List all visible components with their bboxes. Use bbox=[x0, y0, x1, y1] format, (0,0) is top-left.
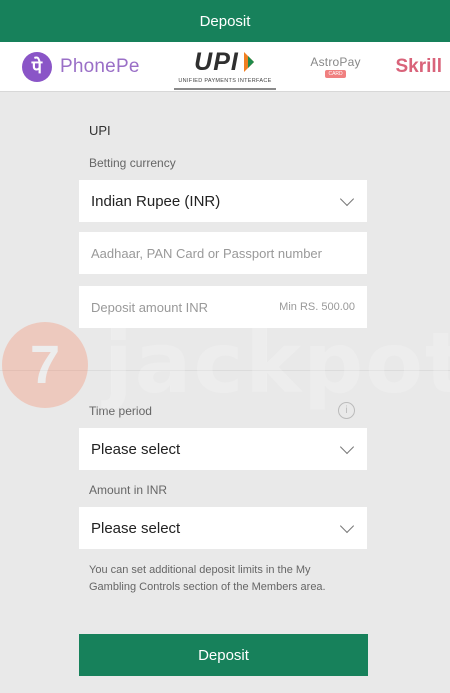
phonepe-label: PhonePe bbox=[60, 55, 140, 77]
id-number-placeholder: Aadhaar, PAN Card or Passport number bbox=[91, 245, 322, 261]
time-period-select[interactable]: Please select bbox=[79, 428, 367, 470]
payment-method-tabs: पे PhonePe UPI UNIFIED PAYMENTS INTERFAC… bbox=[0, 42, 450, 92]
amount-inr-value: Please select bbox=[91, 519, 181, 537]
upi-label: UPI bbox=[194, 47, 239, 76]
deposit-min-hint: Min RS. 500.00 bbox=[279, 301, 355, 313]
chevron-down-icon bbox=[339, 191, 355, 206]
watermark-text: jackpots bbox=[104, 314, 450, 412]
amount-inr-select[interactable]: Please select bbox=[79, 507, 367, 549]
method-skrill[interactable]: Skrill bbox=[396, 45, 442, 89]
method-upi[interactable]: UPI UNIFIED PAYMENTS INTERFACE bbox=[174, 44, 276, 90]
method-phonepe[interactable]: पे PhonePe bbox=[22, 45, 140, 89]
chevron-down-icon bbox=[339, 518, 355, 533]
betting-currency-label: Betting currency bbox=[89, 156, 176, 170]
betting-currency-value: Indian Rupee (INR) bbox=[91, 192, 221, 210]
time-period-label: Time period bbox=[89, 404, 152, 418]
section-title: UPI bbox=[89, 123, 111, 138]
chevron-down-icon bbox=[339, 439, 355, 454]
id-number-input[interactable]: Aadhaar, PAN Card or Passport number bbox=[79, 232, 367, 274]
deposit-button[interactable]: Deposit bbox=[79, 634, 368, 676]
betting-currency-select[interactable]: Indian Rupee (INR) bbox=[79, 180, 367, 222]
astropay-label: AstroPay bbox=[310, 55, 361, 69]
phonepe-logo-icon: पे bbox=[22, 51, 52, 82]
upi-arrow-icon bbox=[243, 52, 254, 72]
page-title: Deposit bbox=[199, 12, 251, 30]
page-header: Deposit bbox=[0, 0, 450, 42]
amount-inr-label: Amount in INR bbox=[89, 483, 168, 497]
deposit-amount-input[interactable]: Deposit amount INR Min RS. 500.00 bbox=[79, 286, 367, 328]
jackpots-watermark: 7 jackpots bbox=[0, 314, 450, 412]
deposit-amount-placeholder: Deposit amount INR bbox=[91, 299, 209, 315]
watermark-badge: 7 bbox=[2, 322, 88, 408]
upi-subtitle: UNIFIED PAYMENTS INTERFACE bbox=[178, 77, 272, 84]
method-astropay[interactable]: AstroPay CARD bbox=[310, 45, 360, 89]
time-period-value: Please select bbox=[91, 440, 181, 458]
deposit-limits-info: You can set additional deposit limits in… bbox=[89, 564, 326, 593]
info-icon[interactable]: i bbox=[338, 402, 355, 419]
skrill-label: Skrill bbox=[395, 55, 442, 77]
upi-logo: UPI bbox=[194, 48, 256, 77]
astropay-card-badge: CARD bbox=[325, 70, 346, 78]
divider bbox=[0, 370, 450, 371]
